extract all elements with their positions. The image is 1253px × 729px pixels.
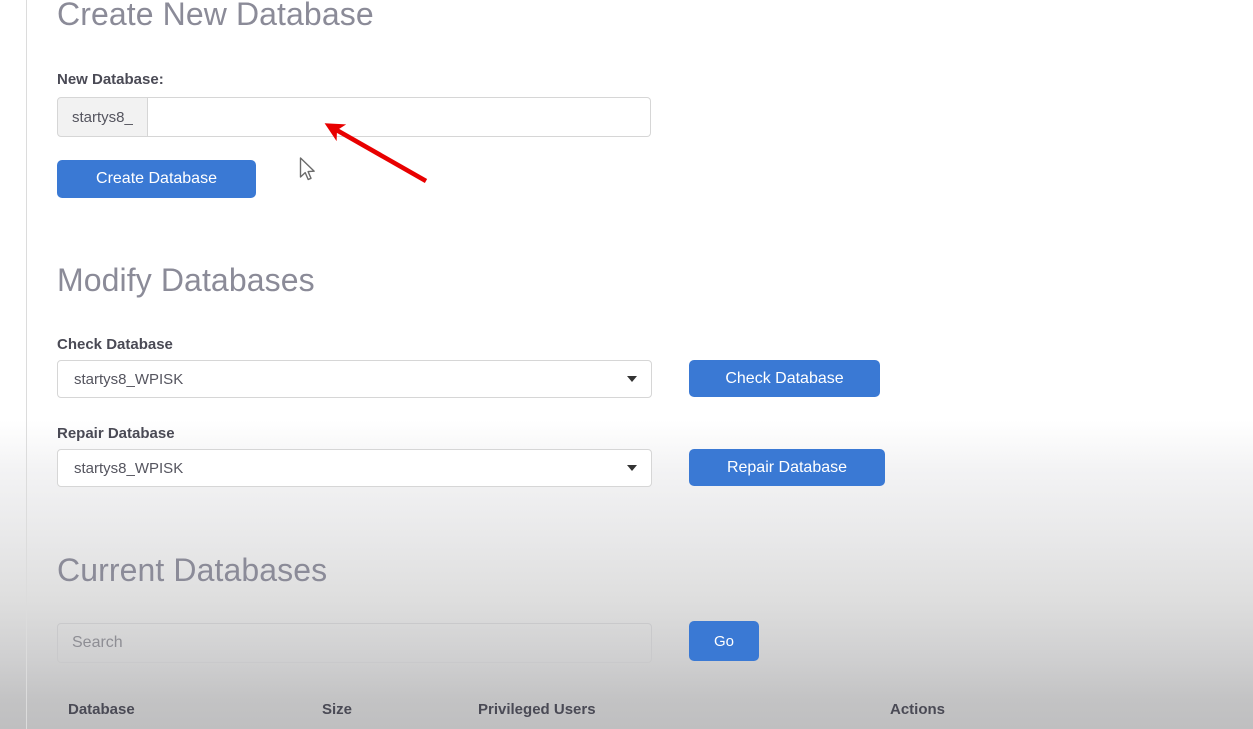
database-search-input[interactable]: [57, 623, 652, 663]
table-header-actions: Actions: [890, 701, 946, 718]
current-databases-heading: Current Databases: [57, 552, 328, 588]
new-database-name-input[interactable]: [147, 97, 651, 137]
repair-database-label: Repair Database: [57, 425, 175, 442]
search-go-button[interactable]: Go: [689, 621, 759, 661]
check-database-selected-value: startys8_WPISK: [74, 370, 184, 388]
check-database-select[interactable]: startys8_WPISK: [57, 360, 652, 398]
table-header-privileged-users: Privileged Users: [478, 701, 596, 718]
table-header-database: Database: [68, 701, 135, 718]
create-new-database-heading: Create New Database: [57, 0, 374, 32]
repair-database-select[interactable]: startys8_WPISK: [57, 449, 652, 487]
page-root: Create New Database New Database: starty…: [0, 0, 1253, 729]
database-prefix-addon: startys8_: [57, 97, 148, 137]
create-database-button[interactable]: Create Database: [57, 160, 256, 198]
chevron-down-icon: [627, 376, 637, 382]
repair-database-button[interactable]: Repair Database: [689, 449, 885, 486]
repair-database-selected-value: startys8_WPISK: [74, 459, 184, 477]
database-management-content: Create New Database New Database: starty…: [0, 0, 1253, 729]
check-database-button[interactable]: Check Database: [689, 360, 880, 397]
table-header-size: Size: [322, 701, 353, 718]
chevron-down-icon: [627, 465, 637, 471]
modify-databases-heading: Modify Databases: [57, 262, 315, 298]
check-database-label: Check Database: [57, 336, 173, 353]
new-database-label: New Database:: [57, 71, 164, 88]
new-database-input-group: startys8_: [57, 97, 651, 137]
